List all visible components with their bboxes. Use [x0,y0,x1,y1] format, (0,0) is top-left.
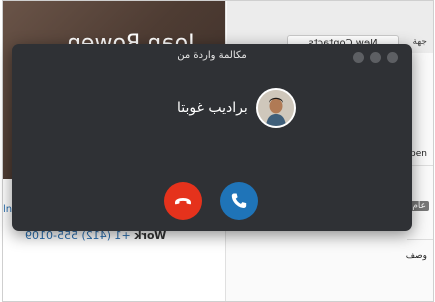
decline-call-button[interactable] [164,182,202,220]
call-title: مكالمة واردة من [177,50,247,61]
phone-icon [231,193,247,208]
detail-text-top: pen [410,149,427,159]
contact-link[interactable]: ln [3,204,12,215]
hang-up-icon [175,198,191,205]
tab-label-right[interactable]: جهة [412,37,427,47]
caller-name: براديب غوبتا [177,100,248,116]
person-icon [257,90,294,126]
divider [407,239,433,240]
caller-info: براديب غوبتا [177,86,296,130]
accept-call-button[interactable] [220,182,258,220]
incoming-call-window: مكالمة واردة من براديب غوبتا [12,44,412,231]
detail-text-bottom: وصف [405,251,427,261]
caller-avatar [255,88,296,128]
detail-chip: عام [409,201,429,211]
